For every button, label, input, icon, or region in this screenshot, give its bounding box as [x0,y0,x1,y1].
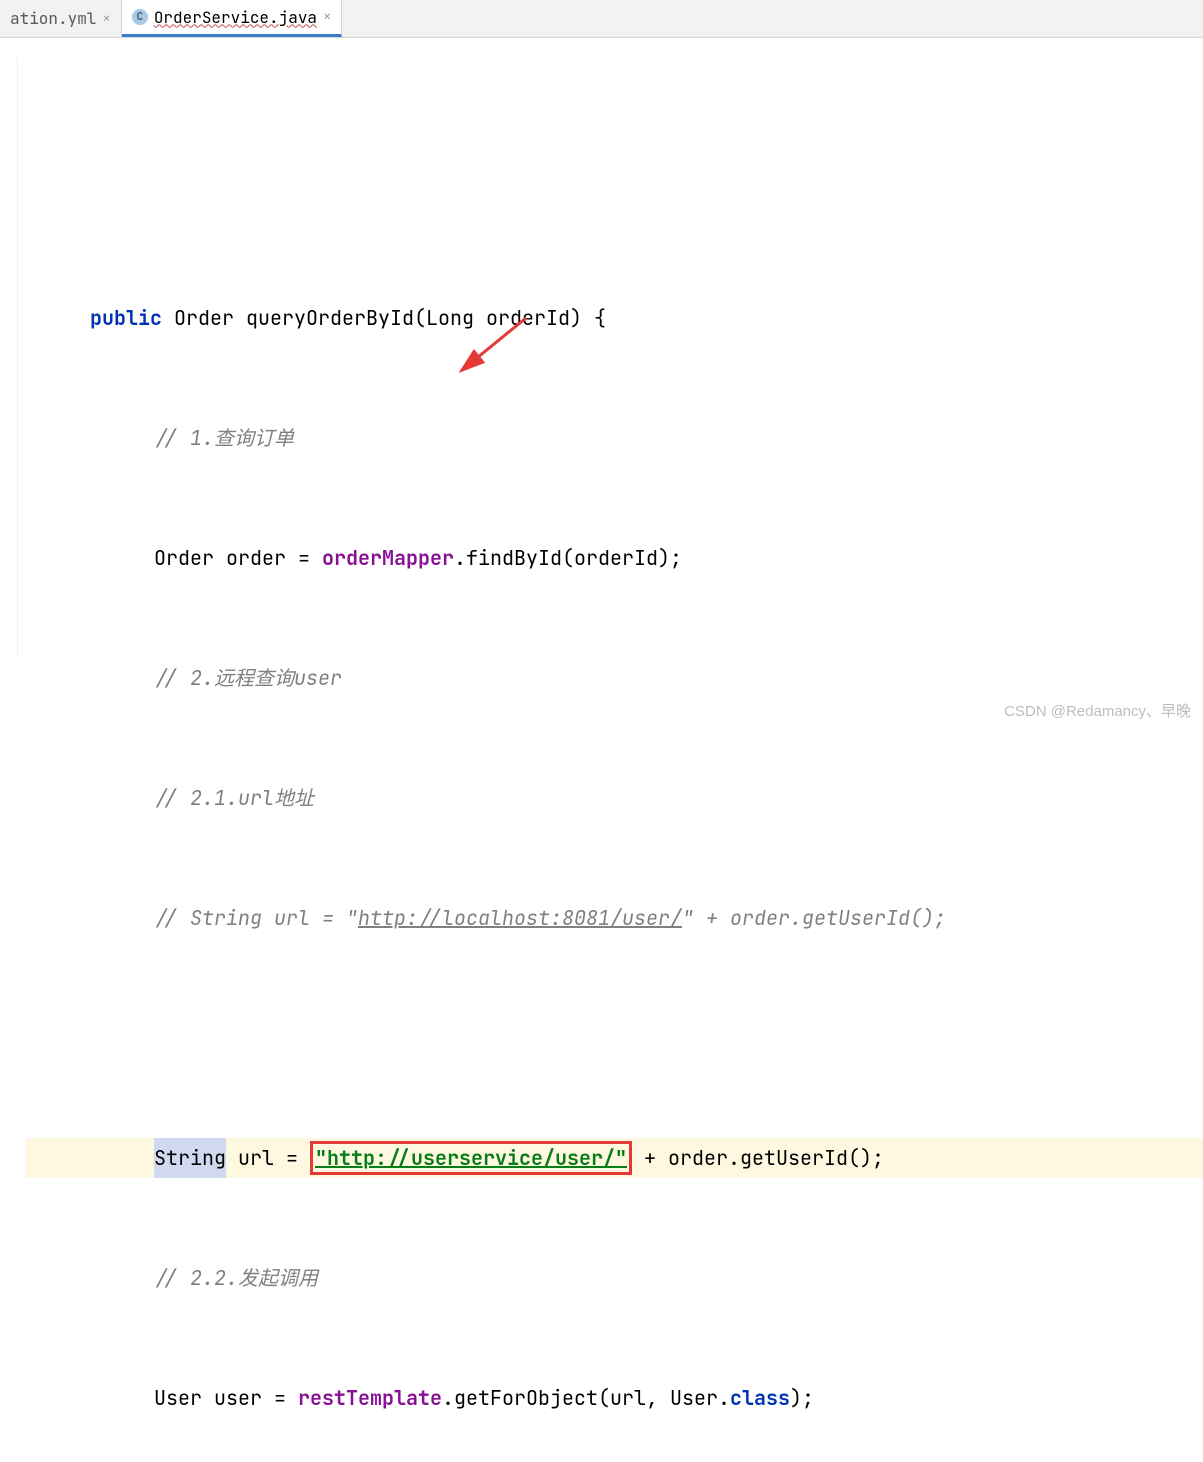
code-lines: public Order queryOrderById(Long orderId… [18,218,1203,1462]
code-line: // 1.查询订单 [26,418,1203,458]
code-editor[interactable]: public Order queryOrderById(Long orderId… [0,38,1203,1462]
code-text: url = [226,1138,310,1178]
code-text: String [154,1145,226,1171]
comment: // 2.远程查询user [154,658,342,698]
keyword: class [730,1378,790,1418]
string-literal: "http://userservice/user/" [315,1145,627,1171]
code-line: // 2.1.url地址 [26,778,1203,818]
code-text: .findById(orderId); [454,538,682,578]
comment: " + order.getUserId(); [682,898,946,938]
caret-position: String [154,1138,226,1178]
code-text: ); [790,1378,814,1418]
keyword: public [90,298,162,338]
close-icon[interactable]: × [102,10,110,28]
code-text: Order order = [154,538,322,578]
field-ref: restTemplate [298,1378,442,1418]
code-text: .getForObject(url, User. [442,1378,730,1418]
code-line: // String url = "http://localhost:8081/u… [26,898,1203,938]
code-line: // 2.远程查询user [26,658,1203,698]
highlighted-box: "http://userservice/user/" [310,1141,632,1175]
url-in-comment: http://localhost:8081/user/ [358,898,682,938]
comment: // 2.1.url地址 [154,778,314,818]
tab-orderservice[interactable]: C OrderService.java × [122,0,343,37]
code-line [26,1018,1203,1058]
comment: // String url = " [154,898,358,938]
tab-label: OrderService.java [154,7,317,28]
code-line-highlighted: String url = "http://userservice/user/" … [26,1138,1203,1178]
code-line: // 2.2.发起调用 [26,1258,1203,1298]
code-line: public Order queryOrderById(Long orderId… [26,298,1203,338]
tab-bar: ation.yml × C OrderService.java × [0,0,1203,38]
java-class-icon: C [132,9,148,25]
code-line: User user = restTemplate.getForObject(ur… [26,1378,1203,1418]
tab-ation-yml[interactable]: ation.yml × [0,0,122,37]
code-text: User user = [154,1378,298,1418]
watermark: CSDN @Redamancy、早晚 [1004,700,1191,721]
comment: // 1.查询订单 [154,418,294,458]
gutter [0,58,18,658]
code-line: Order order = orderMapper.findById(order… [26,538,1203,578]
field-ref: orderMapper [322,538,454,578]
comment: // 2.2.发起调用 [154,1258,318,1298]
code-text: Order queryOrderById(Long orderId) { [162,298,606,338]
tab-label: ation.yml [10,8,96,29]
code-text: + order.getUserId(); [632,1138,884,1178]
close-icon[interactable]: × [323,8,331,26]
